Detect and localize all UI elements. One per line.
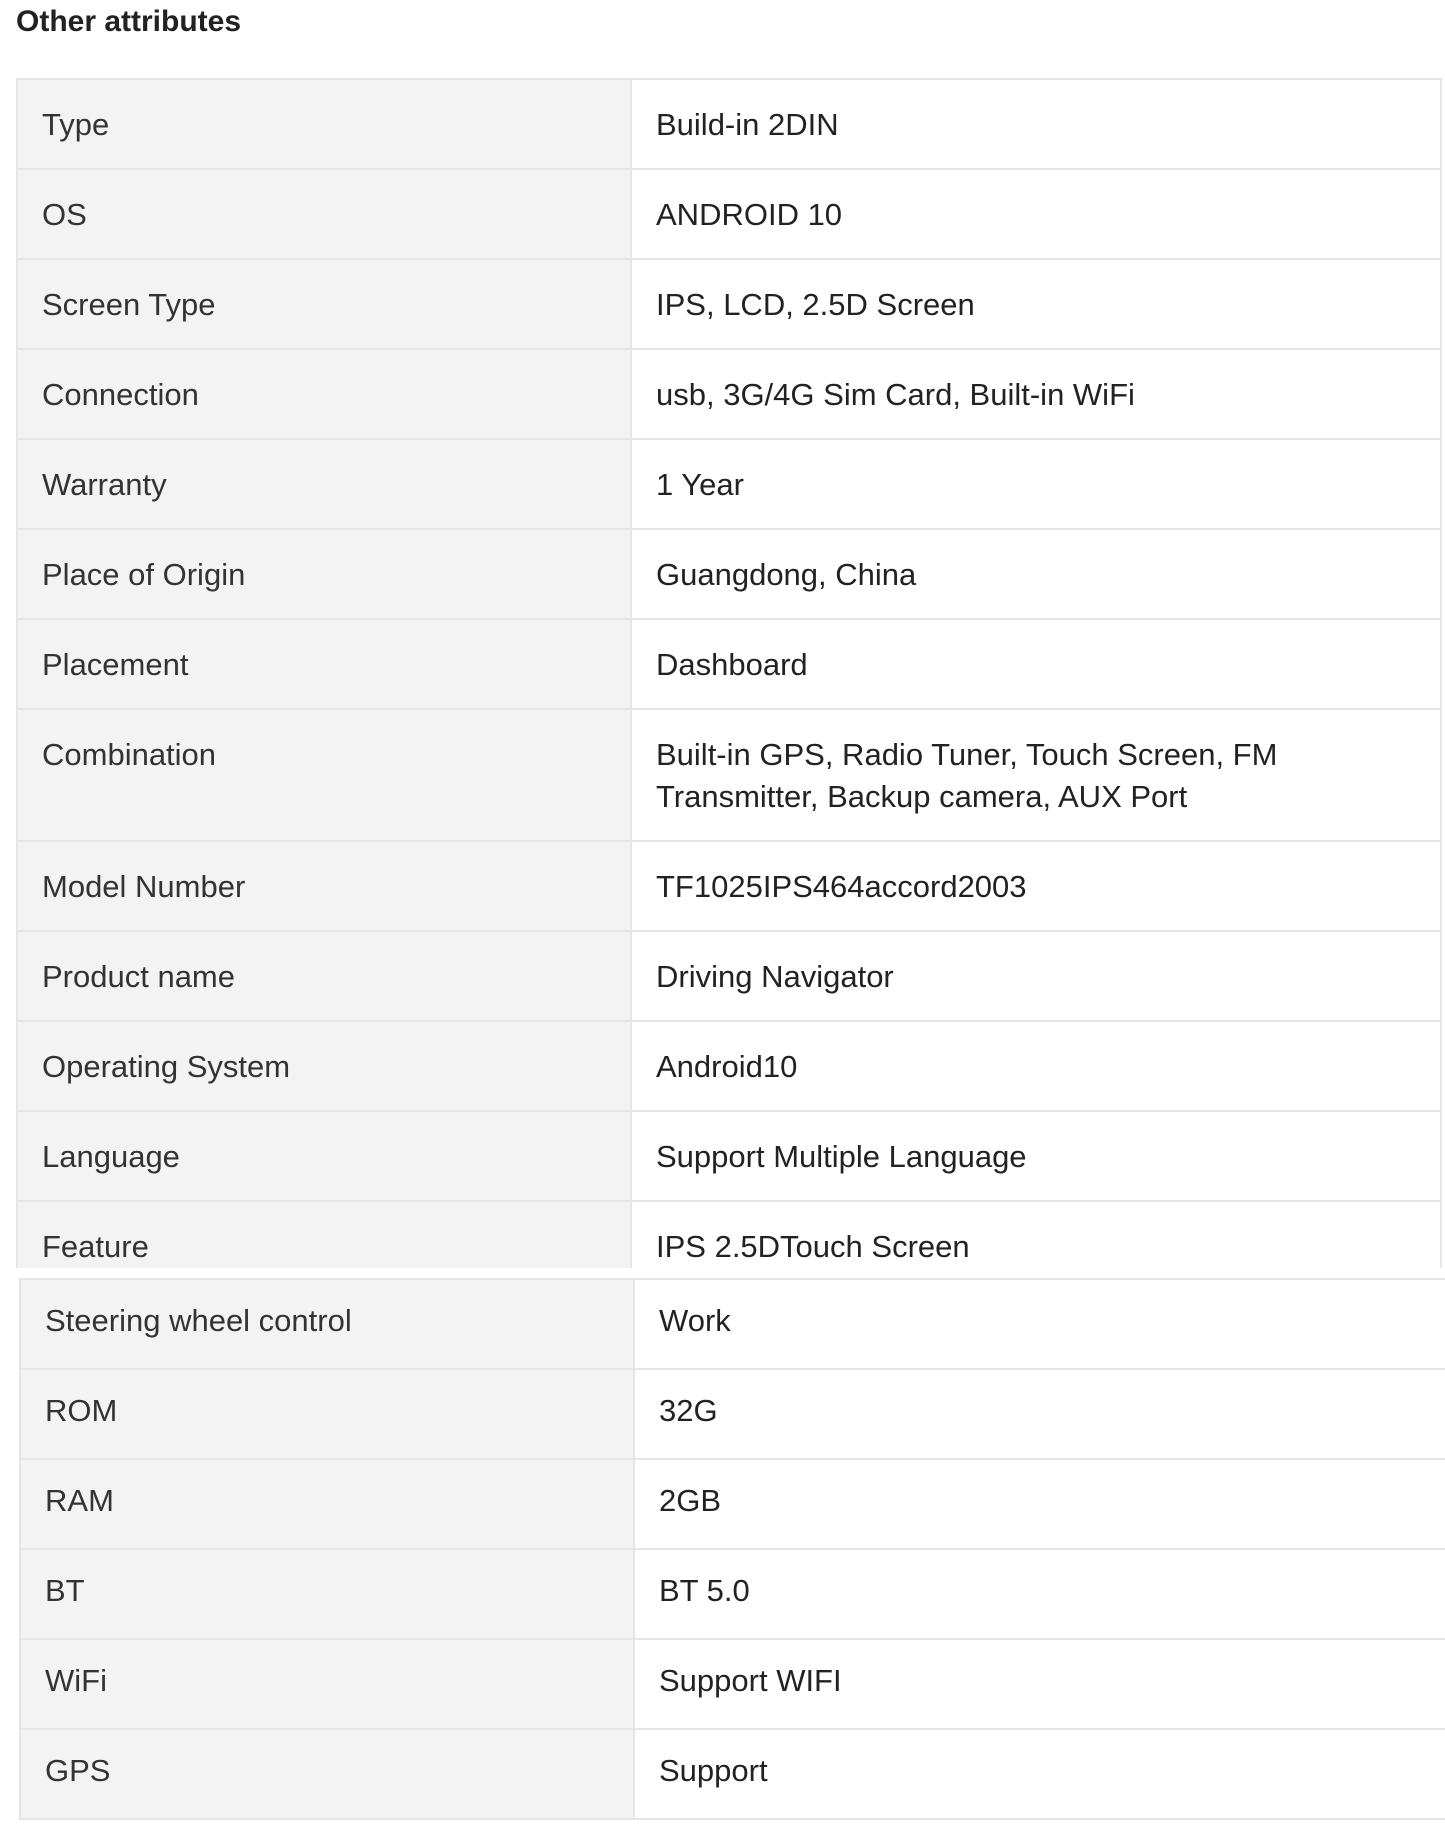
attribute-value: Support Multiple Language <box>630 1110 1442 1202</box>
attribute-value: Driving Navigator <box>630 930 1442 1022</box>
attribute-key: Warranty <box>16 438 632 530</box>
attribute-value: Support WIFI <box>633 1638 1445 1730</box>
attribute-value: 1 Year <box>630 438 1442 530</box>
attribute-value: 32G <box>633 1368 1445 1460</box>
table-row: Place of Origin Guangdong, China <box>16 528 1442 620</box>
attribute-key: GPS <box>19 1728 635 1820</box>
attribute-key: Model Number <box>16 840 632 932</box>
table-row: ROM 32G <box>19 1368 1445 1460</box>
table-row: RAM 2GB <box>19 1458 1445 1550</box>
table-row: Feature IPS 2.5DTouch Screen <box>16 1200 1442 1268</box>
table-row: Combination Built-in GPS, Radio Tuner, T… <box>16 708 1442 842</box>
attribute-key: Type <box>16 78 632 170</box>
table-row: Type Build-in 2DIN <box>16 78 1442 170</box>
table-row: Connection usb, 3G/4G Sim Card, Built-in… <box>16 348 1442 440</box>
attribute-value: Guangdong, China <box>630 528 1442 620</box>
attribute-value: Work <box>633 1278 1445 1370</box>
attribute-key: Steering wheel control <box>19 1278 635 1370</box>
table-row: Warranty 1 Year <box>16 438 1442 530</box>
attribute-value: usb, 3G/4G Sim Card, Built-in WiFi <box>630 348 1442 440</box>
attribute-value: ANDROID 10 <box>630 168 1442 260</box>
attribute-value: Dashboard <box>630 618 1442 710</box>
attribute-key: Product name <box>16 930 632 1022</box>
table-row: Placement Dashboard <box>16 618 1442 710</box>
attribute-value: BT 5.0 <box>633 1548 1445 1640</box>
attribute-value: Android10 <box>630 1020 1442 1112</box>
table-row: Language Support Multiple Language <box>16 1110 1442 1202</box>
table-row: GPS Support <box>19 1728 1445 1820</box>
section-title: Other attributes <box>16 5 242 38</box>
attribute-value: IPS 2.5DTouch Screen <box>630 1200 1442 1268</box>
attribute-key: OS <box>16 168 632 260</box>
attribute-value: TF1025IPS464accord2003 <box>630 840 1442 932</box>
attribute-key: BT <box>19 1548 635 1640</box>
attribute-key: Feature <box>16 1200 632 1268</box>
attribute-key: Language <box>16 1110 632 1202</box>
attribute-key: Placement <box>16 618 632 710</box>
table-row: WiFi Support WIFI <box>19 1638 1445 1730</box>
attribute-value: IPS, LCD, 2.5D Screen <box>630 258 1442 350</box>
attributes-table: Type Build-in 2DIN OS ANDROID 10 Screen … <box>16 78 1442 1268</box>
attribute-key: RAM <box>19 1458 635 1550</box>
table-row: BT BT 5.0 <box>19 1548 1445 1640</box>
table-row: Product name Driving Navigator <box>16 930 1442 1022</box>
attribute-key: Combination <box>16 708 632 842</box>
attribute-key: WiFi <box>19 1638 635 1730</box>
table-row: Steering wheel control Work <box>19 1278 1445 1370</box>
attribute-key: ROM <box>19 1368 635 1460</box>
attribute-value: Build-in 2DIN <box>630 78 1442 170</box>
attribute-key: Connection <box>16 348 632 440</box>
table-row: Screen Type IPS, LCD, 2.5D Screen <box>16 258 1442 350</box>
attribute-key: Place of Origin <box>16 528 632 620</box>
table-row: Model Number TF1025IPS464accord2003 <box>16 840 1442 932</box>
attribute-value: Built-in GPS, Radio Tuner, Touch Screen,… <box>630 708 1442 842</box>
table-row: OS ANDROID 10 <box>16 168 1442 260</box>
attribute-value: Support <box>633 1728 1445 1820</box>
attribute-key: Screen Type <box>16 258 632 350</box>
attributes-table-continued: Steering wheel control Work ROM 32G RAM … <box>19 1278 1445 1820</box>
attribute-key: Operating System <box>16 1020 632 1112</box>
table-row: Operating System Android10 <box>16 1020 1442 1112</box>
attribute-value: 2GB <box>633 1458 1445 1550</box>
